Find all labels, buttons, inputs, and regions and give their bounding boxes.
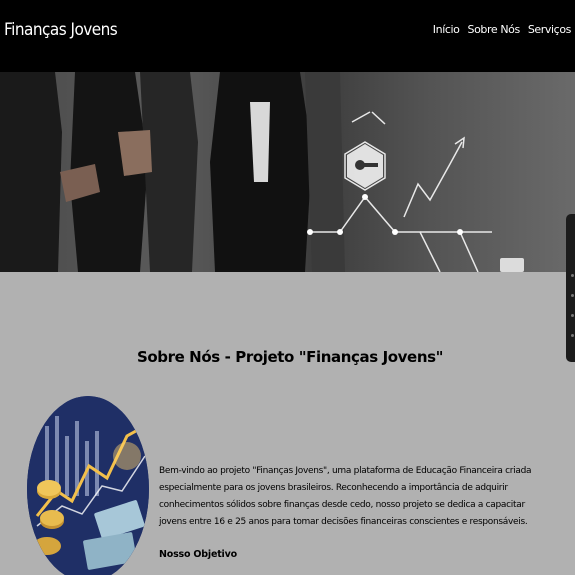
side-tab-dot <box>571 294 574 297</box>
nav-link-servicos[interactable]: Serviços <box>528 22 572 38</box>
side-panel-tab[interactable] <box>566 214 575 362</box>
objective-heading: Nosso Objetivo <box>159 549 237 560</box>
finance-image <box>27 396 149 575</box>
side-tab-dot <box>571 274 574 277</box>
main-nav: Início Sobre Nós Serviços <box>433 22 572 38</box>
hero-banner <box>0 72 575 272</box>
side-tab-dot <box>571 334 574 337</box>
about-title: Sobre Nós - Projeto "Finanças Jovens" <box>136 348 444 366</box>
nav-link-inicio[interactable]: Início <box>433 22 460 38</box>
site-header: Finanças Jovens Início Sobre Nós Serviço… <box>0 0 575 72</box>
about-intro-text: Bem-vindo ao projeto "Finanças Jovens", … <box>159 466 532 527</box>
nav-link-sobre-nos[interactable]: Sobre Nós <box>468 22 521 38</box>
site-brand[interactable]: Finanças Jovens <box>4 18 118 42</box>
hero-image <box>0 72 524 272</box>
side-tab-dot <box>571 314 574 317</box>
